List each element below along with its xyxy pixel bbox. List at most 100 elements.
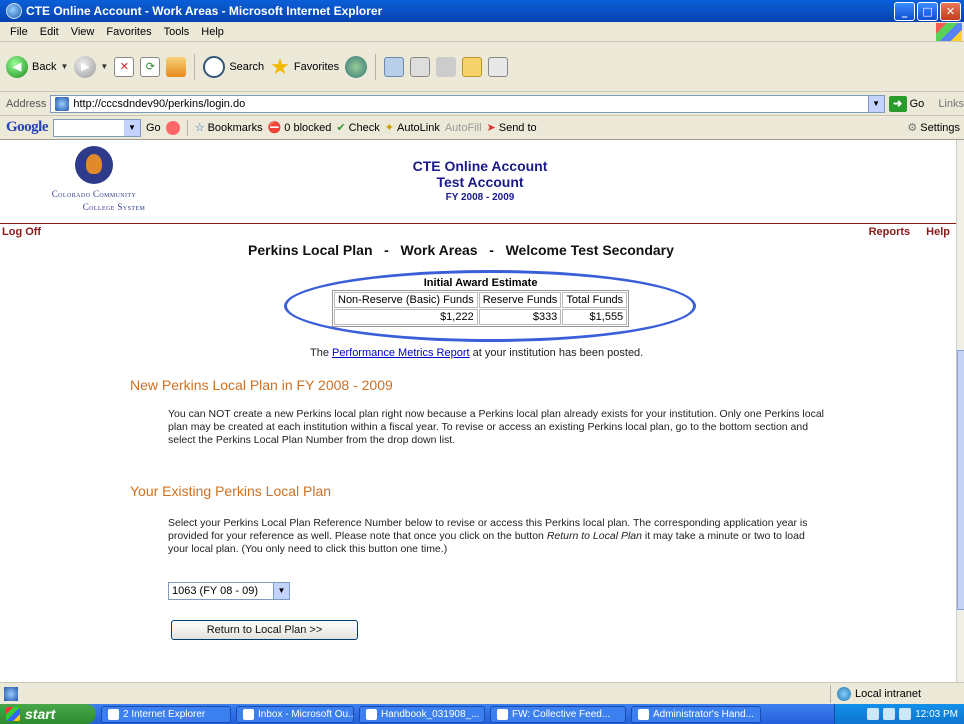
task-label: Handbook_031908_... [381, 708, 480, 720]
gear-icon: ⚙ [907, 122, 918, 134]
ie-icon [108, 708, 119, 720]
cccs-emblem-icon [75, 146, 113, 184]
minimize-button[interactable]: _ [894, 1, 915, 21]
chevron-down-icon[interactable]: ▼ [867, 95, 884, 112]
back-button[interactable]: ◀ Back ▼ [6, 55, 68, 78]
menu-file[interactable]: File [4, 26, 34, 38]
task-label: Inbox - Microsoft Ou... [258, 708, 354, 720]
windows-logo-icon [936, 23, 962, 41]
existing-plan-heading: Your Existing Perkins Local Plan [130, 483, 332, 499]
mail-icon [497, 708, 508, 720]
start-button[interactable]: start [0, 704, 96, 724]
google-logo[interactable]: Google [6, 119, 49, 136]
pagerank-icon[interactable] [165, 120, 180, 135]
blocked-icon: ⛔ [267, 122, 282, 134]
print-icon[interactable] [410, 56, 431, 77]
stop-icon[interactable]: ✕ [114, 56, 135, 77]
autofill-button[interactable]: AutoFill [445, 122, 482, 134]
maximize-button[interactable]: □ [917, 1, 938, 21]
search-label: Search [229, 60, 265, 73]
log-off-link[interactable]: Log Off [2, 226, 41, 238]
home-icon[interactable] [166, 56, 187, 77]
logo-line-1: Colorado Community [51, 189, 137, 199]
autolink-label: AutoLink [397, 121, 440, 134]
tray-icon[interactable] [883, 708, 896, 720]
spellcheck-button[interactable]: ✔ Check [336, 121, 379, 135]
header-subtitle: Test Account [436, 174, 524, 190]
menu-favorites[interactable]: Favorites [100, 26, 157, 38]
status-bar: Local intranet [0, 682, 964, 704]
plan-select-value: 1063 (FY 08 - 09) [172, 585, 259, 597]
mail-icon[interactable] [384, 56, 405, 77]
go-button[interactable]: ➜ Go [888, 95, 925, 112]
research-icon[interactable] [488, 56, 509, 77]
bookmarks-button[interactable]: ☆ Bookmarks [194, 121, 263, 135]
folder-icon[interactable] [462, 56, 483, 77]
table-cell: $1,222 [334, 309, 478, 325]
chevron-down-icon[interactable]: ▼ [124, 119, 140, 136]
tray-icon[interactable] [867, 708, 880, 720]
word-icon [366, 708, 377, 720]
metrics-prefix: The [310, 347, 333, 359]
refresh-icon[interactable]: ⟳ [140, 56, 161, 77]
zone-label: Local intranet [855, 688, 922, 700]
chevron-down-icon[interactable]: ▼ [60, 62, 68, 71]
help-link[interactable]: Help [926, 226, 950, 238]
table-header: Non-Reserve (Basic) Funds [334, 292, 478, 308]
send-to-label: Send to [498, 121, 537, 134]
award-caption: Initial Award Estimate [423, 277, 538, 289]
taskbar-item-ie[interactable]: 2 Internet Explorer [101, 705, 231, 723]
menu-help[interactable]: Help [195, 26, 230, 38]
chevron-down-icon[interactable]: ▼ [100, 62, 108, 71]
plan-reference-select[interactable]: 1063 (FY 08 - 09) ▼ [168, 582, 290, 600]
back-label: Back [32, 60, 57, 73]
taskbar-item-handbook[interactable]: Handbook_031908_... [359, 705, 485, 723]
autolink-button[interactable]: ✦ AutoLink [385, 121, 440, 135]
page-content: Colorado Community College System CTE On… [0, 140, 956, 682]
settings-label: Settings [920, 121, 960, 134]
search-button[interactable]: Search [203, 55, 265, 78]
edit-icon[interactable] [436, 56, 457, 77]
title-separator: - [489, 242, 494, 258]
settings-button[interactable]: ⚙ Settings [907, 121, 960, 135]
taskbar-item-admin-handbook[interactable]: Administrator's Hand... [631, 705, 761, 723]
menu-tools[interactable]: Tools [158, 26, 196, 38]
system-tray: 12:03 PM [834, 704, 964, 724]
task-label: FW: Collective Feed... [512, 708, 611, 720]
chevron-down-icon[interactable]: ▼ [273, 583, 289, 599]
menu-edit[interactable]: Edit [34, 26, 65, 38]
vertical-scrollbar[interactable] [956, 140, 964, 682]
menu-bar: File Edit View Favorites Tools Help [0, 22, 964, 42]
forward-button[interactable]: ▶ ▼ [74, 55, 108, 78]
tray-icon[interactable] [899, 708, 912, 720]
address-input[interactable]: http://cccsdndev90/perkins/login.do ▼ [50, 94, 885, 113]
links-button[interactable]: Links [938, 98, 964, 110]
table-header: Total Funds [562, 292, 628, 308]
security-zone: Local intranet [830, 685, 921, 703]
window-titlebar[interactable]: CTE Online Account - Work Areas - Micros… [0, 0, 964, 22]
google-search-input[interactable]: ▼ [53, 118, 141, 137]
go-label: Go [909, 97, 925, 110]
header-title: CTE Online Account [412, 158, 548, 174]
scrollbar-thumb[interactable] [957, 350, 964, 610]
page-icon [55, 96, 70, 111]
taskbar-item-outlook[interactable]: Inbox - Microsoft Ou... [236, 705, 354, 723]
title-work-areas: Work Areas [400, 242, 478, 258]
performance-metrics-link[interactable]: Performance Metrics Report [332, 347, 470, 359]
popup-blocker-button[interactable]: ⛔ 0 blocked [267, 121, 332, 135]
award-estimate: Initial Award Estimate Non-Reserve (Basi… [332, 277, 630, 327]
close-button[interactable]: ✕ [940, 1, 961, 21]
menu-view[interactable]: View [65, 26, 101, 38]
favorites-button[interactable]: ★ Favorites [270, 53, 339, 79]
taskbar-item-feedback[interactable]: FW: Collective Feed... [490, 705, 626, 723]
go-arrow-icon: ➜ [888, 95, 907, 112]
reports-link[interactable]: Reports [869, 226, 911, 238]
table-cell: $1,555 [562, 309, 628, 325]
send-to-button[interactable]: ➤ Send to [487, 121, 537, 135]
return-to-local-plan-button[interactable]: Return to Local Plan >> [171, 620, 358, 640]
star-icon: ☆ [194, 122, 205, 134]
google-go-button[interactable]: Go [146, 122, 161, 134]
star-icon: ★ [270, 53, 290, 79]
new-plan-heading: New Perkins Local Plan in FY 2008 - 2009 [130, 377, 393, 393]
media-icon[interactable] [345, 55, 368, 78]
